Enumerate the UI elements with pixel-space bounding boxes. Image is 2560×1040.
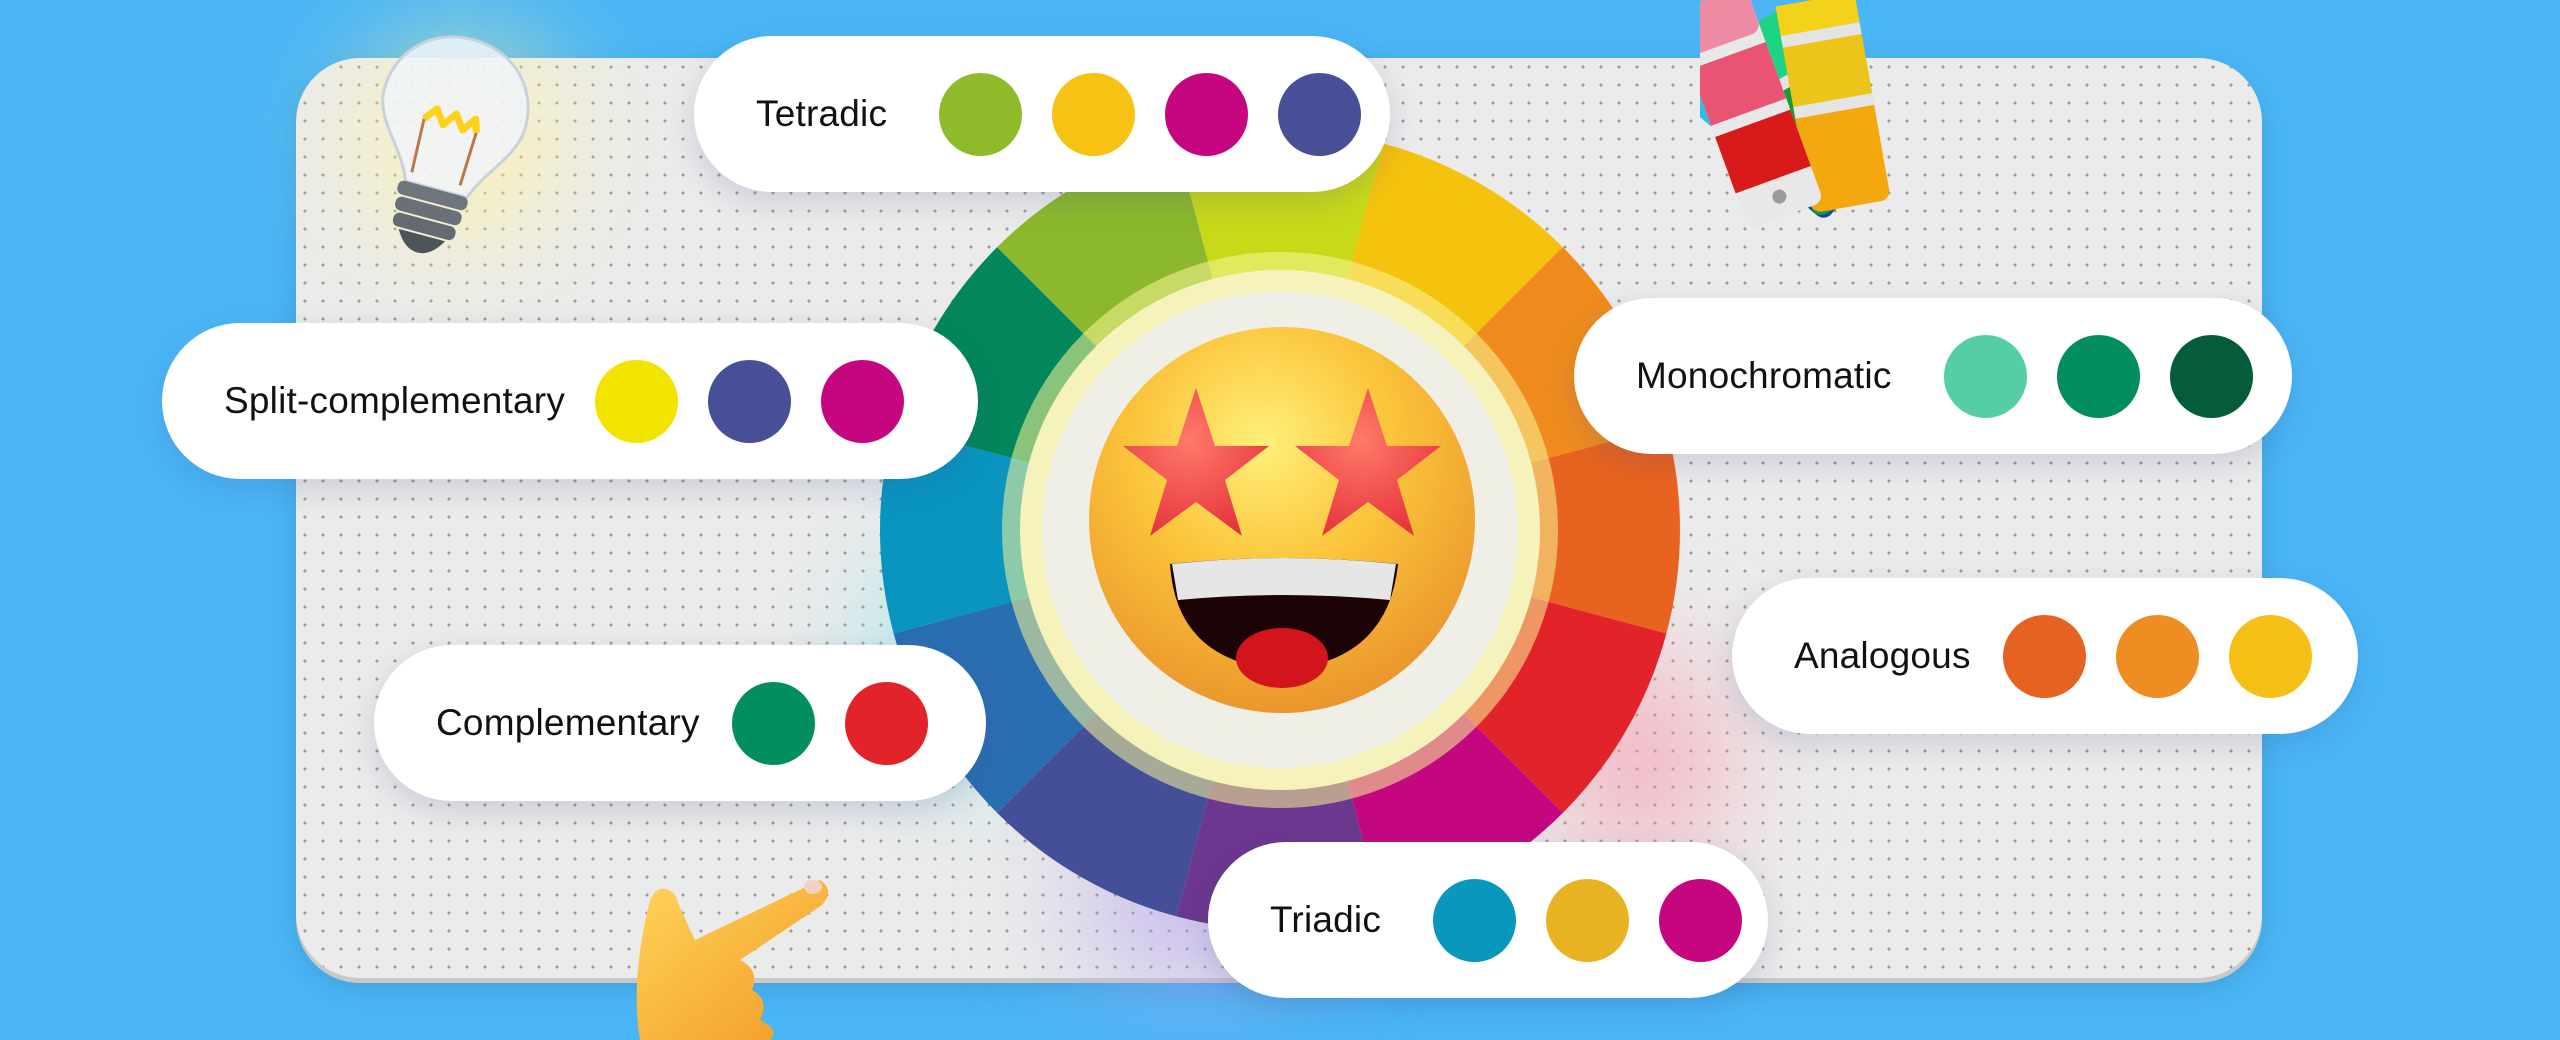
scheme-label: Analogous: [1794, 635, 1971, 676]
color-swatch[interactable]: [821, 359, 905, 443]
color-swatch[interactable]: [1943, 334, 2027, 418]
color-swatch[interactable]: [1546, 878, 1630, 962]
color-swatch[interactable]: [2115, 614, 2199, 698]
color-swatch[interactable]: [595, 359, 679, 443]
scheme-pill-tetradic[interactable]: Tetradic: [694, 36, 1390, 192]
scheme-label: Monochromatic: [1636, 355, 1892, 396]
color-swatch[interactable]: [1659, 878, 1743, 962]
color-swatch[interactable]: [1433, 878, 1517, 962]
pointing-hand-icon: [636, 880, 829, 1040]
scheme-label: Tetradic: [756, 93, 888, 134]
scheme-pill-analogous[interactable]: Analogous: [1732, 578, 2358, 734]
color-swatch[interactable]: [1165, 72, 1249, 156]
color-swatch[interactable]: [731, 681, 815, 765]
light-bulb-icon: [381, 35, 530, 254]
color-swatch[interactable]: [2056, 334, 2140, 418]
scheme-pill-monochromatic[interactable]: Monochromatic: [1574, 298, 2292, 454]
scheme-label: Triadic: [1270, 899, 1382, 940]
color-swatch[interactable]: [1278, 72, 1362, 156]
star-struck-emoji-icon: [1089, 327, 1475, 713]
scheme-pill-complementary[interactable]: Complementary: [374, 645, 986, 801]
color-swatch[interactable]: [2228, 614, 2312, 698]
color-swatch[interactable]: [2002, 614, 2086, 698]
color-swatch-fan-icon: [1700, 0, 1890, 227]
color-swatch[interactable]: [708, 359, 792, 443]
color-swatch[interactable]: [939, 72, 1023, 156]
scheme-pill-triadic[interactable]: Triadic: [1208, 842, 1768, 998]
color-swatch[interactable]: [1052, 72, 1136, 156]
scheme-pill-split-complementary[interactable]: Split-complementary: [162, 323, 978, 479]
color-swatch[interactable]: [844, 681, 928, 765]
scheme-label: Complementary: [436, 702, 700, 743]
color-swatch[interactable]: [2169, 334, 2253, 418]
scheme-label: Split-complementary: [224, 380, 566, 421]
